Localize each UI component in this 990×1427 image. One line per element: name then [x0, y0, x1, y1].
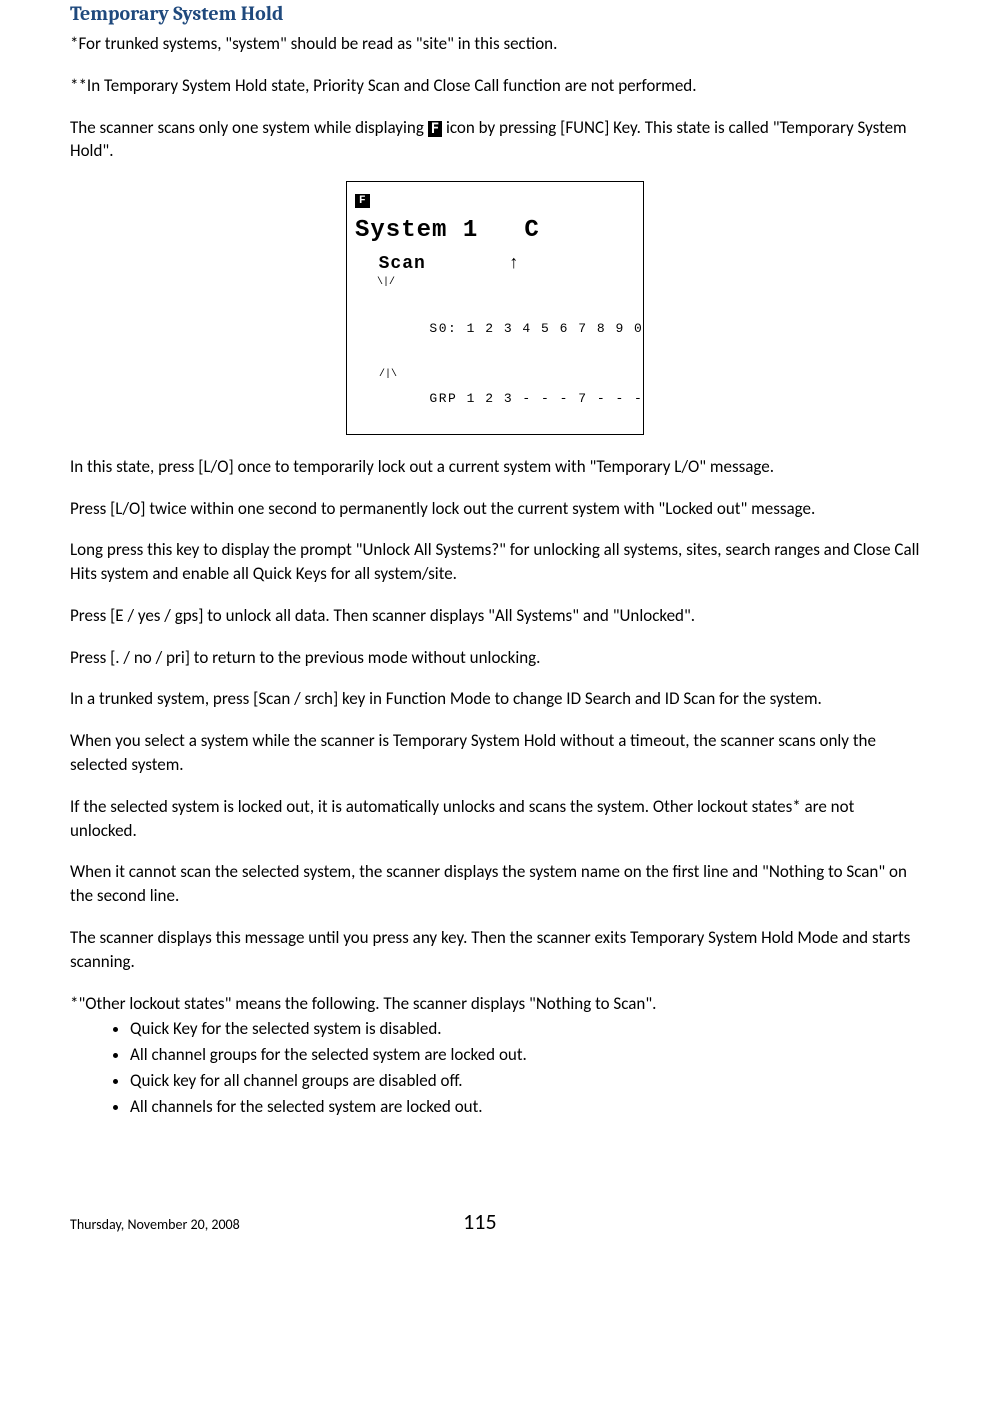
- footer-date: Thursday, November 20, 2008: [70, 1215, 240, 1235]
- body-text: When it cannot scan the selected system,…: [70, 860, 920, 908]
- body-text: The scanner scans only one system while …: [70, 116, 920, 164]
- page-footer: Thursday, November 20, 2008 115: [0, 1157, 990, 1238]
- lcd-signal-icon: /|\: [379, 368, 397, 381]
- lcd-signal-icon: \|/: [377, 276, 395, 289]
- body-text: In this state, press [L/O] once to tempo…: [70, 455, 920, 479]
- section-heading: Temporary System Hold: [70, 0, 920, 28]
- list-item: All channel groups for the selected syst…: [130, 1043, 920, 1067]
- lcd-s0-line: \|/ S0: 1 2 3 4 5 6 7 8 9 0: [355, 287, 643, 355]
- body-text: *"Other lockout states" means the follow…: [70, 992, 920, 1016]
- list-item: Quick key for all channel groups are dis…: [130, 1069, 920, 1093]
- body-text: If the selected system is locked out, it…: [70, 795, 920, 843]
- body-text: When you select a system while the scann…: [70, 729, 920, 777]
- body-text: Long press this key to display the promp…: [70, 538, 920, 586]
- lcd-line-1: System 1 C: [355, 214, 635, 248]
- lcd-f-icon: F: [355, 194, 370, 208]
- body-text: Press [L/O] twice within one second to p…: [70, 497, 920, 521]
- lcd-display: F System 1 C Scan ↑ \|/ S0: 1 2 3 4 5 6 …: [346, 181, 644, 435]
- body-text: *For trunked systems, "system" should be…: [70, 32, 920, 56]
- lcd-s0-text: S0: 1 2 3 4 5 6 7 8 9 0: [429, 321, 643, 336]
- page-number: 115: [463, 1207, 496, 1238]
- body-text: In a trunked system, press [Scan / srch]…: [70, 687, 920, 711]
- list-item: Quick Key for the selected system is dis…: [130, 1017, 920, 1041]
- function-f-icon: F: [428, 121, 442, 137]
- list-item: All channels for the selected system are…: [130, 1095, 920, 1119]
- body-text: Press [. / no / pri] to return to the pr…: [70, 646, 920, 670]
- bullet-list: Quick Key for the selected system is dis…: [70, 1017, 920, 1118]
- text-fragment: The scanner scans only one system while …: [70, 117, 428, 138]
- lcd-grp-line: /|\ GRP 1 2 3 - - - 7 - - -: [355, 357, 643, 425]
- body-text: Press [E / yes / gps] to unlock all data…: [70, 604, 920, 628]
- lcd-line-2: Scan ↑: [355, 252, 635, 277]
- lcd-grp-text: GRP 1 2 3 - - - 7 - - -: [429, 391, 643, 406]
- body-text: The scanner displays this message until …: [70, 926, 920, 974]
- body-text: **In Temporary System Hold state, Priori…: [70, 74, 920, 98]
